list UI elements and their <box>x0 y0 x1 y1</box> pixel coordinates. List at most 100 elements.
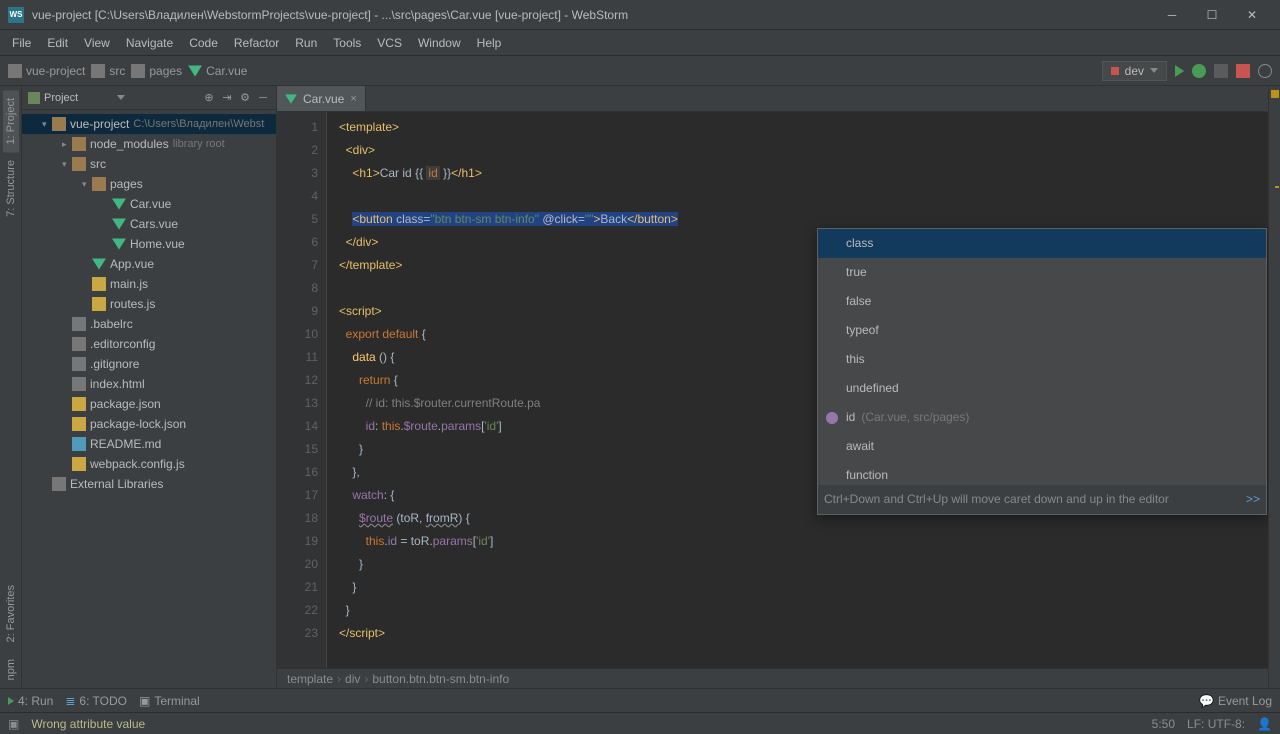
tree-item[interactable]: Car.vue <box>22 194 276 214</box>
completion-item[interactable]: false <box>818 287 1266 316</box>
tree-item[interactable]: ▾pages <box>22 174 276 194</box>
tool-tab-npm[interactable]: npm <box>3 651 19 688</box>
tree-item[interactable]: main.js <box>22 274 276 294</box>
completion-item[interactable]: function <box>818 461 1266 485</box>
completion-item[interactable]: class <box>818 229 1266 258</box>
menu-refactor[interactable]: Refactor <box>226 32 287 54</box>
completion-item[interactable]: undefined <box>818 374 1266 403</box>
debug-button[interactable] <box>1192 64 1206 78</box>
completion-item[interactable]: typeof <box>818 316 1266 345</box>
tree-item[interactable]: package-lock.json <box>22 414 276 434</box>
menu-navigate[interactable]: Navigate <box>118 32 181 54</box>
folder-icon <box>131 64 145 78</box>
tool-tab-run[interactable]: 4: Run <box>8 694 53 708</box>
menu-window[interactable]: Window <box>410 32 469 54</box>
nav-breadcrumb-bar: vue-project src pages Car.vue dev <box>0 56 1280 86</box>
menu-tools[interactable]: Tools <box>325 32 369 54</box>
encoding[interactable]: LF: UTF-8: <box>1187 717 1245 731</box>
tree-item[interactable]: routes.js <box>22 294 276 314</box>
close-tab-icon[interactable]: × <box>350 93 356 105</box>
completion-list[interactable]: classtruefalsetypeofthisundefinedid(Car.… <box>818 229 1266 485</box>
tree-item[interactable]: External Libraries <box>22 474 276 494</box>
completion-item[interactable]: true <box>818 258 1266 287</box>
bottom-toolbar: 4: Run ≣6: TODO ▣Terminal 💬Event Log <box>0 688 1280 712</box>
completion-item[interactable]: await <box>818 432 1266 461</box>
run-button[interactable] <box>1175 65 1184 77</box>
error-mark-icon[interactable] <box>1275 186 1279 188</box>
completion-footer-link[interactable]: >> <box>1246 488 1260 511</box>
tree-item[interactable]: README.md <box>22 434 276 454</box>
hide-icon[interactable]: ─ <box>256 91 270 105</box>
collapse-icon[interactable]: ⇥ <box>220 91 234 105</box>
window-title: vue-project [C:\Users\Владилен\WebstormP… <box>32 8 1152 22</box>
menu-run[interactable]: Run <box>287 32 325 54</box>
tree-item[interactable]: App.vue <box>22 254 276 274</box>
window-icon[interactable]: ▣ <box>8 717 19 731</box>
tool-tab-favorites[interactable]: 2: Favorites <box>3 577 19 650</box>
menu-file[interactable]: File <box>4 32 39 54</box>
tool-tab-terminal[interactable]: ▣Terminal <box>139 694 200 708</box>
folder-icon <box>91 64 105 78</box>
chevron-down-icon[interactable] <box>117 95 125 100</box>
stop-button-2[interactable] <box>1236 64 1250 78</box>
completion-item[interactable]: id(Car.vue, src/pages) <box>818 403 1266 432</box>
tree-item[interactable]: ▾src <box>22 154 276 174</box>
editor-area: Car.vue × 123456789101112131415161718192… <box>277 86 1268 688</box>
crumb-button[interactable]: button.btn.btn-sm.btn-info <box>372 672 509 686</box>
inspector-icon[interactable]: 👤 <box>1257 717 1272 731</box>
chevron-down-icon <box>1150 68 1158 73</box>
menu-edit[interactable]: Edit <box>39 32 76 54</box>
tree-item[interactable]: Cars.vue <box>22 214 276 234</box>
event-log-button[interactable]: 💬Event Log <box>1199 694 1272 708</box>
minimize-button[interactable]: ─ <box>1152 1 1192 29</box>
gutter: 1234567891011121314151617181920212223 <box>277 112 327 668</box>
npm-icon <box>1111 67 1119 75</box>
tool-tab-project[interactable]: 1: Project <box>3 90 19 152</box>
project-panel: Project ⊕ ⇥ ⚙ ─ ▾vue-projectC:\Users\Вла… <box>22 86 277 688</box>
tab-label: Car.vue <box>303 92 344 106</box>
project-tree[interactable]: ▾vue-projectC:\Users\Владилен\Webst▸node… <box>22 110 276 688</box>
crumb-template[interactable]: template <box>287 672 333 686</box>
tree-item[interactable]: .editorconfig <box>22 334 276 354</box>
project-panel-header: Project ⊕ ⇥ ⚙ ─ <box>22 86 276 110</box>
tree-item[interactable]: ▾vue-projectC:\Users\Владилен\Webst <box>22 114 276 134</box>
error-stripe[interactable] <box>1268 86 1280 688</box>
menu-code[interactable]: Code <box>181 32 226 54</box>
tree-item[interactable]: index.html <box>22 374 276 394</box>
caret-position[interactable]: 5:50 <box>1152 717 1175 731</box>
tool-tab-structure[interactable]: 7: Structure <box>3 152 19 225</box>
maximize-button[interactable]: ☐ <box>1192 1 1232 29</box>
tree-item[interactable]: webpack.config.js <box>22 454 276 474</box>
project-icon <box>28 92 40 104</box>
vue-icon <box>188 65 202 76</box>
close-button[interactable]: ✕ <box>1232 1 1272 29</box>
warning-indicator-icon <box>1271 90 1279 98</box>
editor-body[interactable]: 1234567891011121314151617181920212223 <t… <box>277 112 1268 668</box>
tree-item[interactable]: package.json <box>22 394 276 414</box>
crumb-project[interactable]: vue-project <box>8 64 85 78</box>
stop-button[interactable] <box>1214 64 1228 78</box>
completion-item[interactable]: this <box>818 345 1266 374</box>
menu-help[interactable]: Help <box>469 32 510 54</box>
folder-icon <box>8 64 22 78</box>
tree-item[interactable]: Home.vue <box>22 234 276 254</box>
tab-car-vue[interactable]: Car.vue × <box>277 86 366 111</box>
crumb-src[interactable]: src <box>91 64 125 78</box>
menu-view[interactable]: View <box>76 32 118 54</box>
tree-item[interactable]: .babelrc <box>22 314 276 334</box>
menu-vcs[interactable]: VCS <box>369 32 410 54</box>
vue-icon <box>285 94 297 104</box>
crumb-file[interactable]: Car.vue <box>188 64 247 78</box>
crumb-pages[interactable]: pages <box>131 64 182 78</box>
ws-icon: WS <box>8 7 24 23</box>
status-bar: ▣ Wrong attribute value 5:50 LF: UTF-8: … <box>0 712 1280 734</box>
tree-item[interactable]: ▸node_moduleslibrary root <box>22 134 276 154</box>
locate-icon[interactable]: ⊕ <box>202 91 216 105</box>
tool-tab-todo[interactable]: ≣6: TODO <box>65 694 127 708</box>
gear-icon[interactable]: ⚙ <box>238 91 252 105</box>
left-tool-strip: 1: Project 7: Structure 2: Favorites npm <box>0 86 22 688</box>
tree-item[interactable]: .gitignore <box>22 354 276 374</box>
run-configuration-select[interactable]: dev <box>1102 61 1167 81</box>
crumb-div[interactable]: div <box>345 672 360 686</box>
search-everywhere-button[interactable] <box>1258 64 1272 78</box>
